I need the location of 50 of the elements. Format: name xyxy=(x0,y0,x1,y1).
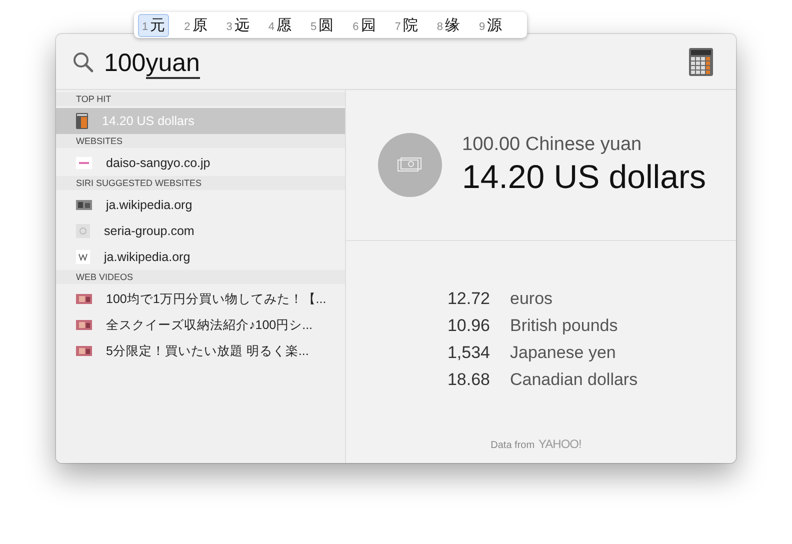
currency-name: Canadian dollars xyxy=(510,369,639,391)
calculator-icon xyxy=(76,113,88,129)
section-header: SIRI SUGGESTED WEBSITES xyxy=(56,176,345,190)
candidate-item[interactable]: 7 院 xyxy=(390,14,422,36)
result-label: daiso-sangyo.co.jp xyxy=(106,156,210,170)
candidate-item[interactable]: 6 园 xyxy=(348,14,380,36)
wiki-icon xyxy=(76,250,90,264)
result-label: 全スクイーズ収納法紹介♪100円シ... xyxy=(106,316,313,334)
candidate-item[interactable]: 3 远 xyxy=(222,14,254,36)
result-item[interactable]: 5分限定！買いたい放題 明るく楽... xyxy=(56,338,345,364)
candidate-item[interactable]: 9 源 xyxy=(475,14,506,36)
result-label: ja.wikipedia.org xyxy=(104,250,190,264)
search-field[interactable]: 100yuan xyxy=(104,45,688,78)
converted-amount: 10.96 xyxy=(446,315,490,337)
calculator-icon xyxy=(688,46,714,76)
result-item[interactable]: daiso-sangyo.co.jp xyxy=(56,150,345,176)
result-item[interactable]: seria-group.com xyxy=(56,218,345,244)
result-label: seria-group.com xyxy=(104,224,194,238)
conversion-result: 14.20 US dollars xyxy=(462,158,706,196)
result-label: 14.20 US dollars xyxy=(102,114,194,128)
converted-amount: 18.68 xyxy=(446,369,490,391)
converted-amount: 12.72 xyxy=(446,288,490,310)
video-thumbnail-icon xyxy=(76,320,92,330)
candidate-item[interactable]: 4 愿 xyxy=(264,14,296,36)
section-header: TOP HIT xyxy=(56,92,345,106)
section-header: WEBSITES xyxy=(56,134,345,148)
currency-name: euros xyxy=(510,288,554,310)
result-item[interactable]: ja.wikipedia.org xyxy=(56,244,345,270)
result-label: 5分限定！買いたい放題 明るく楽... xyxy=(106,342,309,360)
video-thumbnail-icon xyxy=(76,346,92,356)
search-icon xyxy=(72,50,94,72)
source-amount: 100.00 Chinese yuan xyxy=(462,134,643,156)
data-source-logo: YAHOO! xyxy=(538,437,582,451)
video-thumbnail-icon xyxy=(76,294,92,304)
result-item[interactable]: 100均で1万円分買い物してみた！【... xyxy=(56,286,345,312)
converted-amount: 1,534 xyxy=(446,342,490,364)
currency-name: British pounds xyxy=(510,315,619,337)
thumbnail-icon xyxy=(76,200,92,210)
result-item[interactable]: ja.wikipedia.org xyxy=(56,192,345,218)
result-label: ja.wikipedia.org xyxy=(106,198,192,212)
data-source-label: Data from xyxy=(490,440,535,451)
section-header: WEB VIDEOS xyxy=(56,270,345,284)
candidate-item[interactable]: 1 元 xyxy=(138,14,170,36)
candidate-item[interactable]: 8 缘 xyxy=(432,14,464,36)
candidate-item[interactable]: 2 原 xyxy=(180,14,212,36)
result-item[interactable]: 全スクイーズ収納法紹介♪100円シ... xyxy=(56,312,345,338)
currency-name: Japanese yen xyxy=(510,342,617,364)
candidate-item[interactable]: 5 圆 xyxy=(306,14,338,36)
result-label: 100均で1万円分買い物してみた！【... xyxy=(106,290,326,308)
site-logo-icon xyxy=(76,157,92,169)
